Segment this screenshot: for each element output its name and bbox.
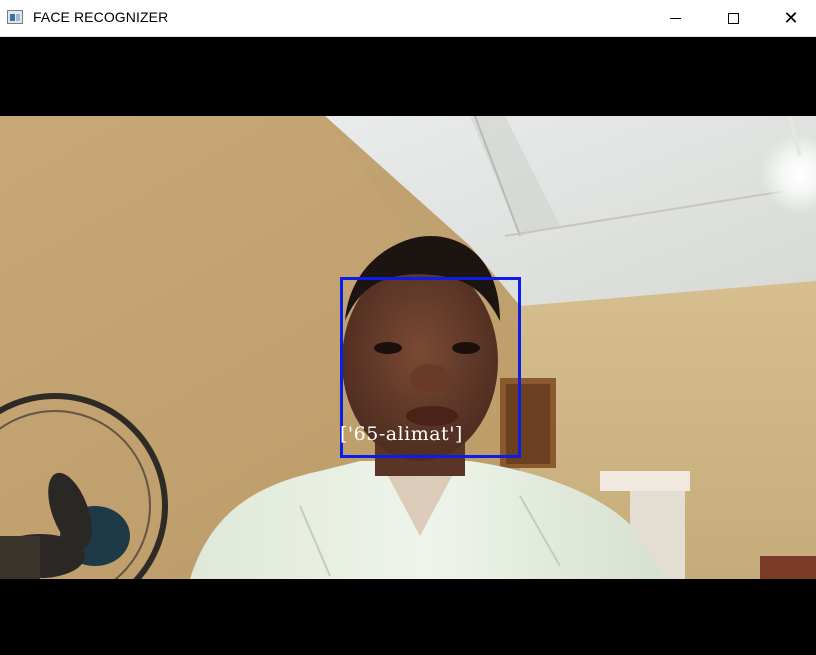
app-window-icon xyxy=(7,10,23,24)
camera-feed: ['65-alimat'] xyxy=(0,116,816,579)
close-icon: ✕ xyxy=(783,7,799,29)
face-recognition-label: ['65-alimat'] xyxy=(340,423,463,445)
minimize-icon xyxy=(669,17,681,19)
maximize-icon xyxy=(727,12,739,24)
title-bar[interactable]: FACE RECOGNIZER ✕ xyxy=(0,0,816,37)
minimize-button[interactable] xyxy=(646,0,704,36)
maximize-button[interactable] xyxy=(704,0,762,36)
close-button[interactable]: ✕ xyxy=(762,0,816,36)
window-title: FACE RECOGNIZER xyxy=(33,9,169,25)
